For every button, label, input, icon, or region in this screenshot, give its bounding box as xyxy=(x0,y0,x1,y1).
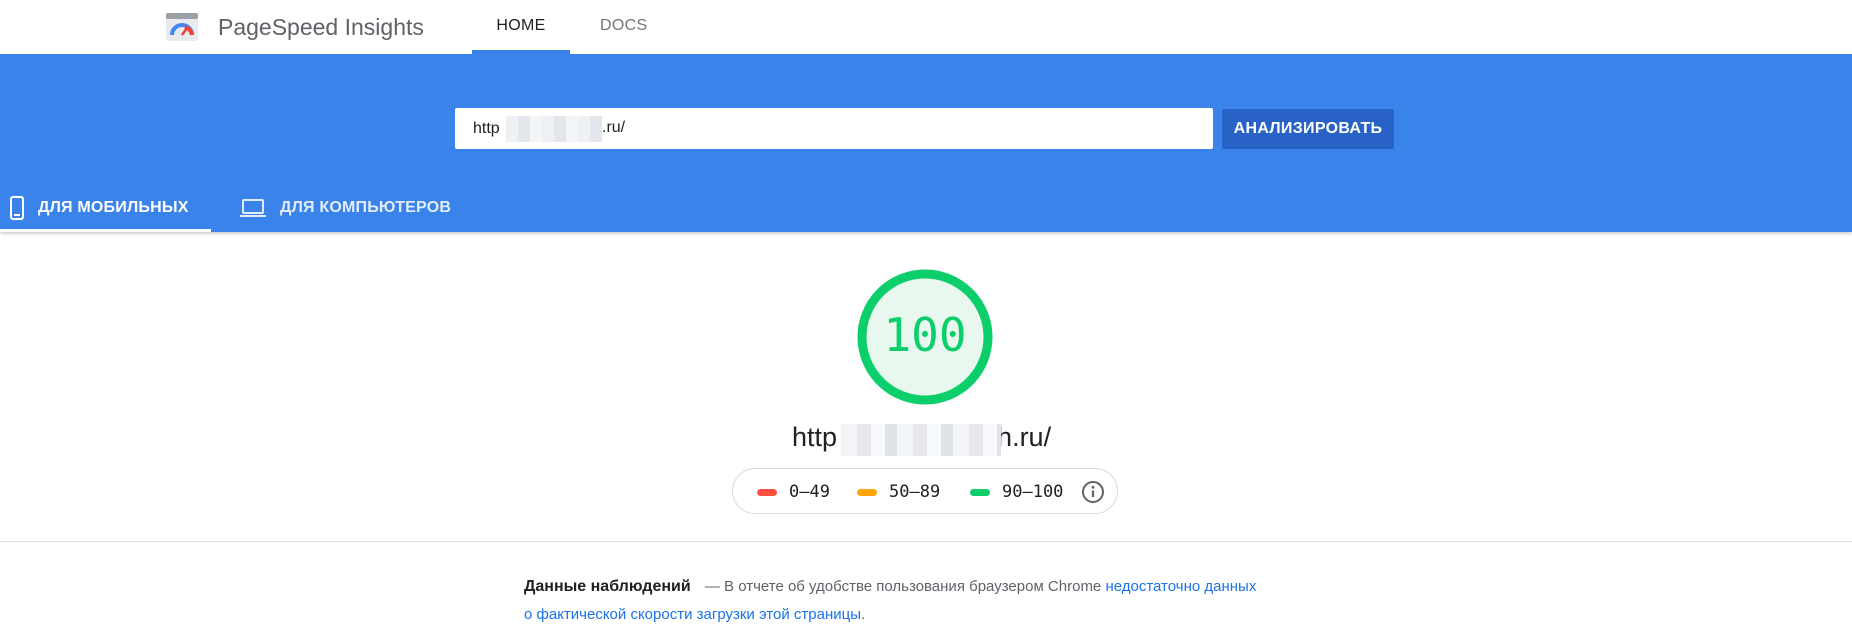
legend-item-fail: 0–49 xyxy=(757,482,830,502)
legend-swatch-green xyxy=(970,488,990,496)
legend-label: 0–49 xyxy=(789,482,830,502)
tab-mobile[interactable]: ДЛЯ МОБИЛЬНЫХ xyxy=(10,184,189,232)
tab-desktop-label: ДЛЯ КОМПЬЮТЕРОВ xyxy=(280,199,452,216)
redacted-url-segment xyxy=(506,116,602,142)
smartphone-icon xyxy=(10,196,24,220)
legend-item-average: 50–89 xyxy=(857,482,940,502)
legend-label: 90–100 xyxy=(1002,482,1064,502)
top-header: PageSpeed Insights HOME DOCS xyxy=(0,0,1852,54)
redacted-url-segment xyxy=(841,424,1001,456)
tab-desktop[interactable]: ДЛЯ КОМПЬЮТЕРОВ xyxy=(240,184,451,232)
pagespeed-logo-icon[interactable] xyxy=(166,13,198,41)
section-divider xyxy=(0,541,1852,542)
legend-item-pass: 90–100 xyxy=(970,482,1063,502)
analysis-panel: .ru/ АНАЛИЗИРОВАТЬ ДЛЯ МОБИЛЬНЫХ ДЛЯ КОМ… xyxy=(0,54,1852,232)
field-data-section: Данные наблюдений — В отчете об удобстве… xyxy=(524,573,1264,629)
field-data-description: — В отчете об удобстве пользования брауз… xyxy=(704,578,1102,595)
field-data-tail: . xyxy=(860,606,866,623)
analyzed-url-suffix: h.ru/ xyxy=(997,422,1052,452)
performance-score: 100 xyxy=(883,308,967,362)
field-data-title: Данные наблюдений xyxy=(524,578,691,595)
analyze-button[interactable]: АНАЛИЗИРОВАТЬ xyxy=(1222,109,1394,149)
legend-label: 50–89 xyxy=(889,482,941,502)
tab-mobile-label: ДЛЯ МОБИЛЬНЫХ xyxy=(38,199,189,216)
legend-swatch-red xyxy=(757,488,777,496)
analyzed-url-prefix: http xyxy=(792,422,838,452)
url-input-tail: .ru/ xyxy=(602,119,626,136)
laptop-icon xyxy=(240,199,266,217)
app-title[interactable]: PageSpeed Insights xyxy=(218,14,424,41)
score-legend: 0–49 50–89 90–100 xyxy=(732,468,1118,514)
nav-tab-docs[interactable]: DOCS xyxy=(600,17,647,35)
nav-tab-home[interactable]: HOME xyxy=(472,17,570,35)
legend-swatch-orange xyxy=(857,488,877,496)
tab-mobile-active-indicator xyxy=(0,229,211,232)
info-icon[interactable] xyxy=(1081,480,1105,504)
